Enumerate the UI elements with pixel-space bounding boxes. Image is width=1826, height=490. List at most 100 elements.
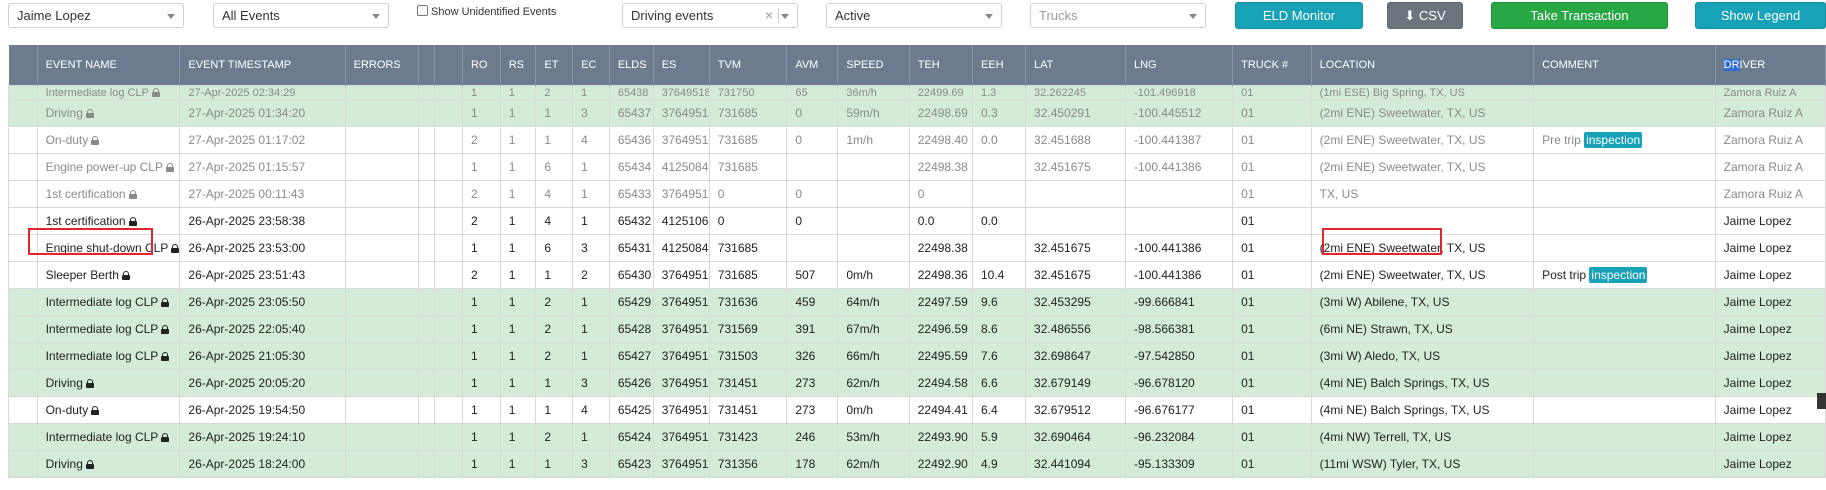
cell-blank-1 xyxy=(418,287,436,316)
trucks-select[interactable]: Trucks xyxy=(1030,3,1206,28)
clear-icon[interactable]: × xyxy=(765,7,773,23)
col-header-et[interactable]: ET xyxy=(535,45,574,85)
cell-event-timestamp: 26-Apr-2025 23:05:50 xyxy=(179,287,346,316)
col-header-elds[interactable]: ELDS xyxy=(609,45,654,85)
row-select-cell[interactable] xyxy=(8,125,38,154)
cell-event-timestamp: 26-Apr-2025 18:24:00 xyxy=(179,449,346,478)
table-row[interactable]: On-duty 26-Apr-2025 19:54:50 1 1 1 4 65425 3764… xyxy=(8,395,1826,424)
show-unidentified-label: Show Unidentified Events xyxy=(431,6,557,18)
cell-ec: 1 xyxy=(572,152,610,181)
scrollbar-thumb[interactable] xyxy=(1817,393,1826,409)
table-row[interactable]: Driving 26-Apr-2025 18:24:00 1 1 1 3 65423 3764… xyxy=(8,449,1826,478)
row-select-cell[interactable] xyxy=(8,449,38,478)
cell-blank-1 xyxy=(418,449,436,478)
cell-truck: 01 xyxy=(1232,314,1312,343)
cell-location: (2mi ENE) Sweetwater, TX, US xyxy=(1310,233,1535,262)
cell-errors xyxy=(344,84,420,100)
col-header-speed[interactable]: SPEED xyxy=(837,45,910,85)
col-header-location[interactable]: LOCATION xyxy=(1311,45,1535,85)
cell-lng: -99.666841 xyxy=(1124,287,1234,316)
table-row[interactable]: Sleeper Berth 26-Apr-2025 23:51:43 2 1 1 2 654… xyxy=(8,260,1826,289)
cell-teh: 22498.38 xyxy=(908,233,973,262)
cell-event-name: 1st certification xyxy=(36,206,181,235)
cell-rs: 1 xyxy=(499,287,537,316)
cell-speed xyxy=(837,179,910,208)
col-header-truck[interactable]: TRUCK # xyxy=(1232,45,1312,85)
cell-ro: 2 xyxy=(461,125,501,154)
col-header-avm[interactable]: AVM xyxy=(786,45,839,85)
chevron-down-icon xyxy=(1189,14,1197,19)
cell-et: 1 xyxy=(535,260,574,289)
col-header-comment[interactable]: COMMENT xyxy=(1533,45,1716,85)
col-header-eeh[interactable]: EEH xyxy=(972,45,1027,85)
col-header-driver[interactable]: DRIVER xyxy=(1715,45,1826,85)
driver-select[interactable]: Jaime Lopez xyxy=(8,3,184,28)
row-select-cell[interactable] xyxy=(8,98,38,127)
table-row[interactable]: Intermediate log CLP 27-Apr-2025 02:34:29… xyxy=(8,84,1826,100)
cell-et: 6 xyxy=(535,233,574,262)
row-select-cell[interactable] xyxy=(8,206,38,235)
cell-es: 37649517 xyxy=(652,179,710,208)
csv-button[interactable]: ⬇ CSV xyxy=(1387,2,1463,29)
table-row[interactable]: 1st certification 27-Apr-2025 00:11:43 2 1 4… xyxy=(8,179,1826,208)
col-header-es[interactable]: ES xyxy=(653,45,710,85)
cell-lng: -97.542850 xyxy=(1124,341,1234,370)
cell-comment xyxy=(1533,368,1716,397)
show-legend-button[interactable]: Show Legend xyxy=(1695,2,1826,29)
event-type-select[interactable]: Driving events × xyxy=(622,3,798,28)
table-row[interactable]: 1st certification 26-Apr-2025 23:58:38 2 1 4… xyxy=(8,206,1826,235)
col-header-ec[interactable]: EC xyxy=(572,45,610,85)
row-select-cell[interactable] xyxy=(8,395,38,424)
table-row[interactable]: Intermediate log CLP 26-Apr-2025 23:05:50… xyxy=(8,287,1826,316)
row-select-cell[interactable] xyxy=(8,287,38,316)
cell-blank-1 xyxy=(418,98,436,127)
row-select-cell[interactable] xyxy=(8,341,38,370)
lock-icon xyxy=(161,324,170,334)
table-row[interactable]: Intermediate log CLP 26-Apr-2025 22:05:40… xyxy=(8,314,1826,343)
table-row[interactable]: Engine power-up CLP 27-Apr-2025 01:15:57 1… xyxy=(8,152,1826,181)
col-header-event-timestamp[interactable]: EVENT TIMESTAMP xyxy=(179,45,346,85)
table-row[interactable]: On-duty 27-Apr-2025 01:17:02 2 1 1 4 65436 3764… xyxy=(8,125,1826,154)
lock-icon xyxy=(161,351,170,361)
col-header-event-name[interactable]: EVENT NAME xyxy=(37,45,181,85)
cell-speed: 62m/h xyxy=(837,449,910,478)
row-select-cell[interactable] xyxy=(8,179,38,208)
table-row[interactable]: Intermediate log CLP 26-Apr-2025 21:05:30… xyxy=(8,341,1826,370)
col-header-tvm[interactable]: TVM xyxy=(709,45,788,85)
table-row[interactable]: Intermediate log CLP 26-Apr-2025 19:24:10… xyxy=(8,422,1826,451)
cell-teh: 0.0 xyxy=(908,206,973,235)
row-select-cell[interactable] xyxy=(8,422,38,451)
row-select-cell[interactable] xyxy=(8,233,38,262)
cell-tvm: 0 xyxy=(708,206,788,235)
take-transaction-button[interactable]: Take Transaction xyxy=(1491,2,1668,29)
status-select[interactable]: Active xyxy=(826,3,1002,28)
cell-elds: 65433 xyxy=(608,179,654,208)
col-header-teh[interactable]: TEH xyxy=(909,45,973,85)
eld-monitor-button[interactable]: ELD Monitor xyxy=(1235,2,1363,29)
trucks-placeholder: Trucks xyxy=(1039,8,1078,23)
comment-text: Pre trip xyxy=(1542,132,1581,147)
col-header-lat[interactable]: LAT xyxy=(1025,45,1126,85)
cell-blank-2 xyxy=(434,314,463,343)
table-row[interactable]: Driving 27-Apr-2025 01:34:20 1 1 1 3 65437 3764… xyxy=(8,98,1826,127)
row-select-cell[interactable] xyxy=(8,314,38,343)
row-select-cell[interactable] xyxy=(8,84,38,100)
show-unidentified-checkbox[interactable]: Show Unidentified Events xyxy=(417,5,556,18)
row-select-cell[interactable] xyxy=(8,260,38,289)
col-header-errors[interactable]: ERRORS xyxy=(345,45,420,85)
col-header-rs[interactable]: RS xyxy=(500,45,537,85)
cell-et: 1 xyxy=(535,395,574,424)
checkbox-icon[interactable] xyxy=(417,5,428,16)
table-row[interactable]: Driving 26-Apr-2025 20:05:20 1 1 1 3 65426 3764… xyxy=(8,368,1826,397)
comment-text: Post trip xyxy=(1542,267,1587,282)
row-select-cell[interactable] xyxy=(8,368,38,397)
cell-tvm: 731685 xyxy=(708,152,788,181)
row-select-cell[interactable] xyxy=(8,152,38,181)
cell-blank-2 xyxy=(434,287,463,316)
col-header-ro[interactable]: RO xyxy=(462,45,501,85)
events-filter-select[interactable]: All Events xyxy=(213,3,389,28)
cell-ec: 2 xyxy=(572,260,610,289)
table-row[interactable]: Engine shut-down CLP 26-Apr-2025 23:53:00… xyxy=(8,233,1826,262)
cell-blank-2 xyxy=(434,84,463,100)
col-header-lng[interactable]: LNG xyxy=(1125,45,1234,85)
